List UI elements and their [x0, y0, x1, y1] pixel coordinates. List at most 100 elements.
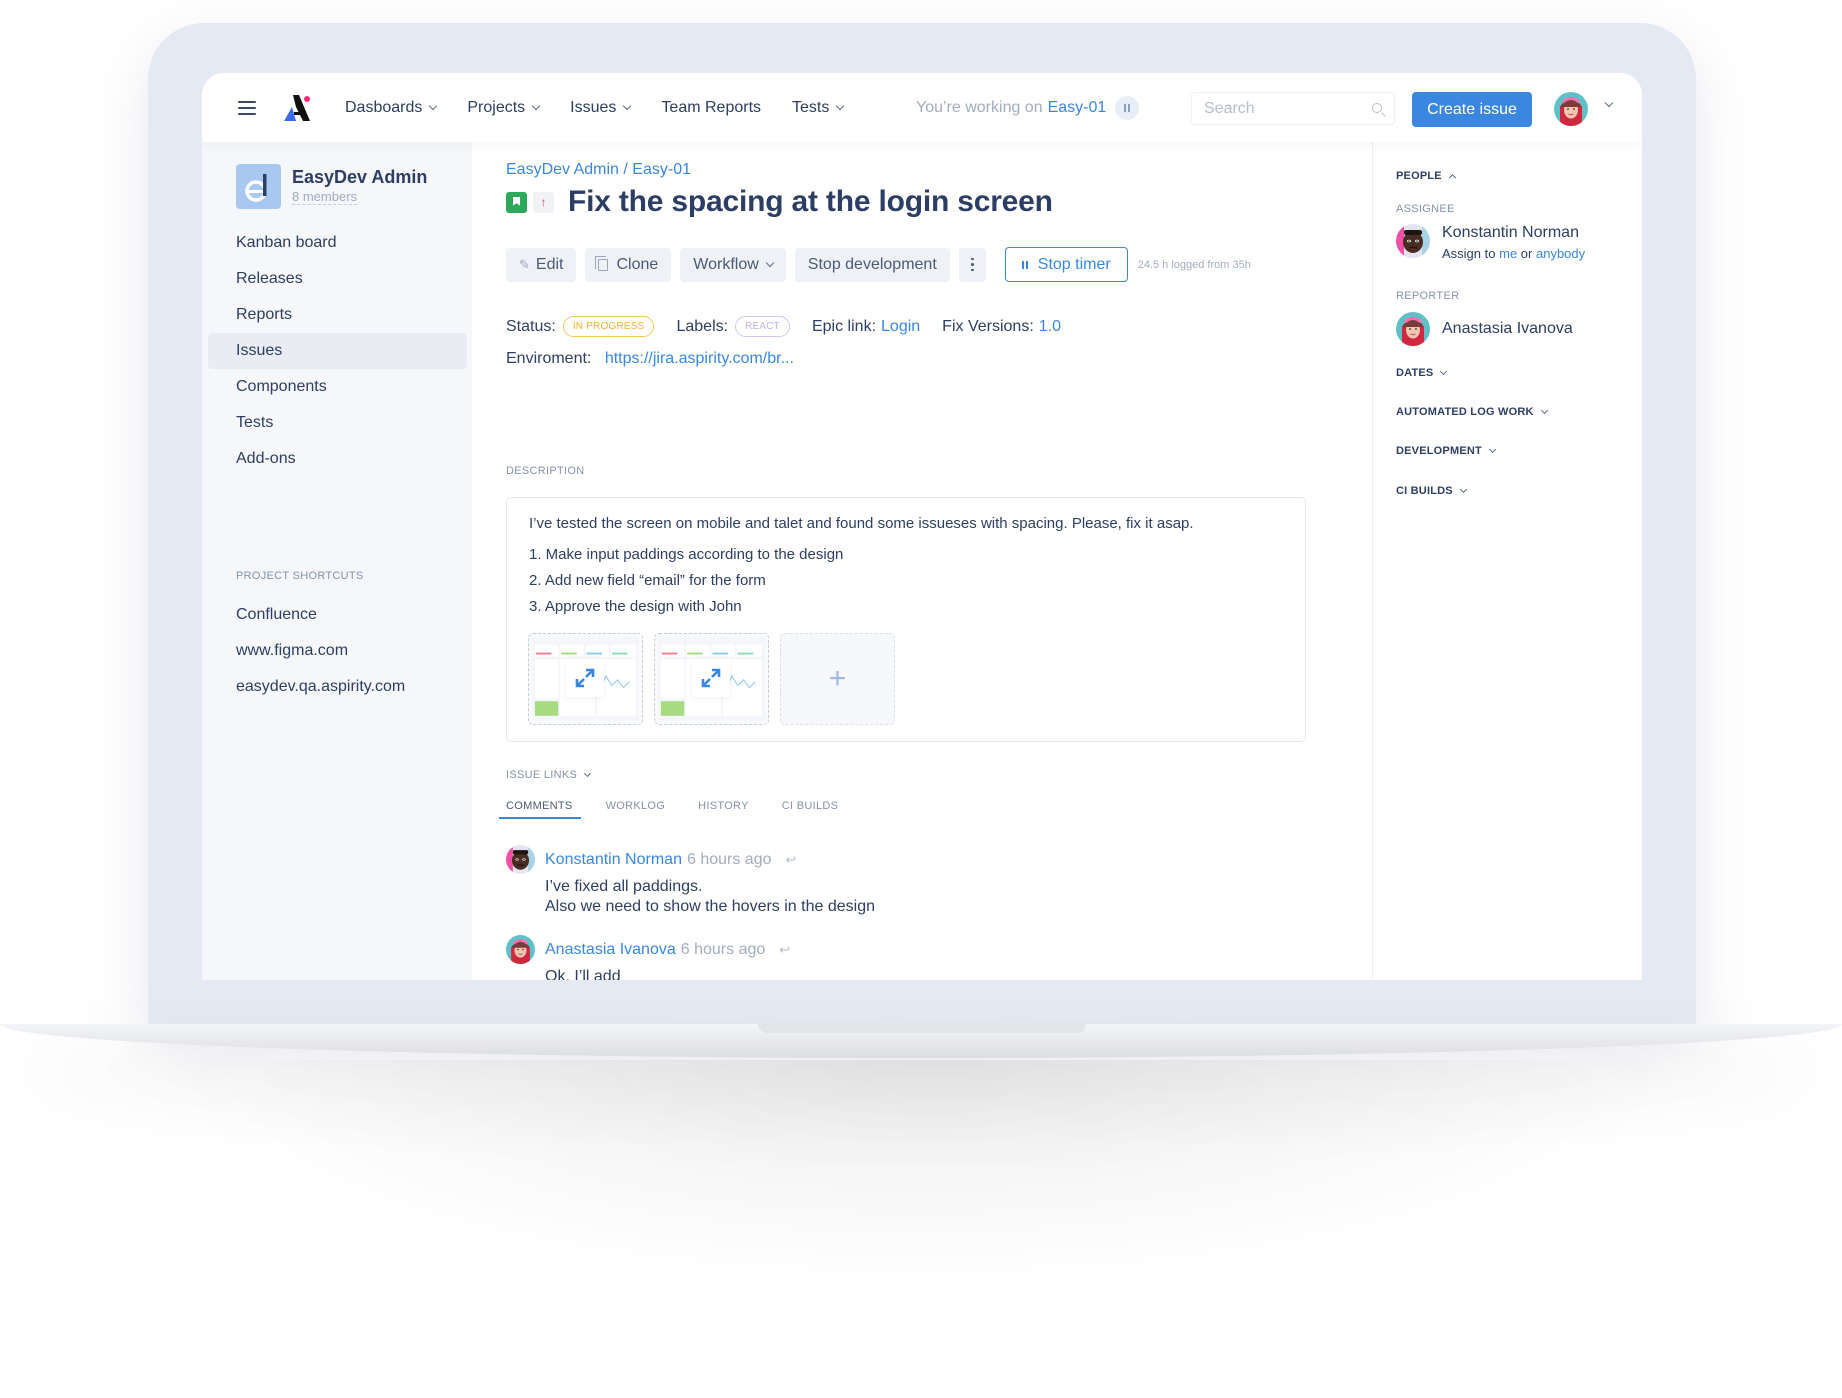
- working-on-indicator: You’re working on Easy-01: [916, 73, 1140, 142]
- reporter-avatar[interactable]: [1396, 312, 1430, 346]
- clone-button[interactable]: Clone: [585, 247, 672, 282]
- chevron-down-icon: [531, 101, 541, 110]
- reply-icon[interactable]: ↩: [785, 852, 796, 868]
- assignee: Konstantin Norman Assign to me or anybod…: [1396, 224, 1585, 261]
- sidebar-item-issues[interactable]: Issues: [208, 333, 467, 369]
- reply-icon[interactable]: ↩: [779, 942, 790, 958]
- sidebar-item-components[interactable]: Components: [208, 369, 467, 405]
- stop-timer-button[interactable]: Stop timer: [1004, 247, 1128, 282]
- sidebar-item-kanban-board[interactable]: Kanban board: [208, 225, 467, 261]
- sidebar-item-releases[interactable]: Releases: [208, 261, 467, 297]
- shortcut-confluence[interactable]: Confluence: [208, 597, 467, 633]
- nav-team-reports[interactable]: Team Reports: [661, 99, 761, 117]
- user-menu-chevron-down-icon[interactable]: [1604, 98, 1614, 108]
- chevron-down-icon: [1488, 445, 1496, 453]
- epic-link-label: Epic link:: [811, 317, 877, 335]
- labels-label: Labels:: [676, 317, 729, 335]
- expand-icon[interactable]: [566, 659, 604, 697]
- user-avatar[interactable]: [1554, 92, 1588, 126]
- sidebar-item-add-ons[interactable]: Add-ons: [208, 441, 467, 477]
- dates-section-toggle[interactable]: DATES: [1396, 367, 1448, 379]
- fix-version-link[interactable]: 1.0: [1039, 318, 1061, 336]
- breadcrumb-issue-link[interactable]: Easy-01: [632, 161, 691, 178]
- search-icon[interactable]: [1372, 103, 1382, 113]
- ci-builds-section-toggle[interactable]: CI BUILDS: [1396, 485, 1467, 497]
- time-logged: 24.5 h logged from 35h: [1137, 258, 1251, 271]
- laptop-notch: [758, 1024, 1086, 1033]
- project-shortcuts-heading: PROJECT SHORTCUTS: [236, 570, 364, 582]
- create-issue-button[interactable]: Create issue: [1412, 92, 1532, 127]
- edit-button[interactable]: ✎ Edit: [506, 247, 577, 282]
- stop-development-button[interactable]: Stop development: [794, 247, 950, 282]
- description-box[interactable]: I’ve tested the screen on mobile and tal…: [506, 497, 1306, 742]
- comment-body: Ok, I’ll add: [545, 967, 875, 980]
- issue-links-toggle[interactable]: ISSUE LINKS: [506, 769, 592, 781]
- tab-history[interactable]: HISTORY: [691, 800, 757, 819]
- comment-author[interactable]: Anastasia Ivanova: [545, 941, 676, 959]
- project-members-link[interactable]: 8 members: [292, 190, 358, 205]
- hamburger-menu-icon[interactable]: [238, 101, 256, 115]
- status-badge[interactable]: IN PROGRESS: [562, 316, 655, 337]
- assignee-name[interactable]: Konstantin Norman: [1442, 224, 1585, 242]
- sidebar-item-tests[interactable]: Tests: [208, 405, 467, 441]
- people-heading: PEOPLE: [1396, 170, 1442, 182]
- pause-icon[interactable]: [1115, 95, 1140, 120]
- assign-to-anybody-link[interactable]: anybody: [1536, 246, 1585, 261]
- assign-to-me-link[interactable]: me: [1499, 246, 1517, 261]
- priority-high-icon[interactable]: ↑: [533, 191, 554, 213]
- nav-tests[interactable]: Tests: [792, 99, 845, 117]
- label-badge[interactable]: REACT: [735, 316, 790, 337]
- people-section-toggle[interactable]: PEOPLE: [1396, 170, 1456, 182]
- comment-author[interactable]: Konstantin Norman: [545, 851, 682, 869]
- chevron-down-icon: [584, 769, 592, 777]
- sidebar-item-reports[interactable]: Reports: [208, 297, 467, 333]
- shortcut-figma[interactable]: www.figma.com: [208, 633, 467, 669]
- comments-list: Konstantin Norman 6 hours ago ↩ I’ve fix…: [506, 845, 875, 980]
- workflow-dropdown[interactable]: Workflow: [680, 247, 786, 282]
- nav-issues-label: Issues: [570, 98, 617, 116]
- breadcrumb-project-link[interactable]: EasyDev Admin: [506, 161, 619, 178]
- dates-heading: DATES: [1396, 367, 1434, 379]
- add-attachment-button[interactable]: +: [780, 633, 895, 725]
- app-logo[interactable]: [282, 93, 312, 123]
- development-section-toggle[interactable]: DEVELOPMENT: [1396, 445, 1496, 457]
- tab-worklog[interactable]: WORKLOG: [599, 800, 674, 819]
- epic-link[interactable]: Login: [881, 318, 920, 336]
- issue-toolbar: ✎ Edit Clone Workflow Stop development S…: [506, 247, 1251, 282]
- chevron-down-icon: [1540, 406, 1548, 414]
- search-box: [1191, 92, 1395, 125]
- comment: Anastasia Ivanova 6 hours ago ↩ Ok, I’ll…: [506, 935, 875, 980]
- working-on-project-link[interactable]: Easy-01: [1048, 99, 1107, 117]
- expand-icon[interactable]: [692, 659, 730, 697]
- workflow-label: Workflow: [693, 255, 759, 273]
- environment-link[interactable]: https://jira.aspirity.com/br...: [605, 350, 794, 367]
- shortcut-qa-site[interactable]: easydev.qa.aspirity.com: [208, 669, 467, 705]
- tab-comments[interactable]: COMMENTS: [499, 800, 581, 819]
- breadcrumb-separator: /: [623, 161, 628, 178]
- tab-ci-builds[interactable]: CI BUILDS: [775, 800, 847, 819]
- comment-line: Ok, I’ll add: [545, 968, 621, 980]
- comment-author-avatar[interactable]: [506, 845, 535, 874]
- description-heading: DESCRIPTION: [506, 465, 585, 477]
- comment-author-avatar[interactable]: [506, 935, 535, 964]
- assign-or-label: or: [1520, 246, 1533, 261]
- description-text: I’ve tested the screen on mobile and tal…: [529, 515, 1194, 532]
- reporter-name[interactable]: Anastasia Ivanova: [1442, 320, 1573, 338]
- story-type-icon[interactable]: [506, 191, 527, 213]
- project-shortcuts: Confluence www.figma.com easydev.qa.aspi…: [208, 597, 467, 705]
- issue-meta: Status: IN PROGRESS Labels: REACT Epic l…: [506, 316, 1083, 337]
- edit-button-label: Edit: [535, 255, 564, 273]
- automated-log-work-section-toggle[interactable]: AUTOMATED LOG WORK: [1396, 406, 1548, 418]
- attachment-thumbnail[interactable]: [654, 633, 769, 725]
- nav-issues[interactable]: Issues: [570, 98, 632, 117]
- more-actions-button[interactable]: [958, 247, 986, 282]
- top-navbar: Dasboards Projects Issues Team Reports T…: [202, 73, 1642, 142]
- assignee-avatar[interactable]: [1396, 224, 1430, 258]
- issue-title-row: ↑ Fix the spacing at the login screen: [506, 185, 1053, 219]
- nav-projects[interactable]: Projects: [467, 99, 541, 117]
- nav-dashboards[interactable]: Dasboards: [345, 99, 438, 117]
- attachment-thumbnail[interactable]: [528, 633, 643, 725]
- assign-options: Assign to me or anybody: [1442, 246, 1585, 261]
- search-input[interactable]: [1204, 99, 1354, 118]
- chevron-down-icon: [836, 101, 845, 110]
